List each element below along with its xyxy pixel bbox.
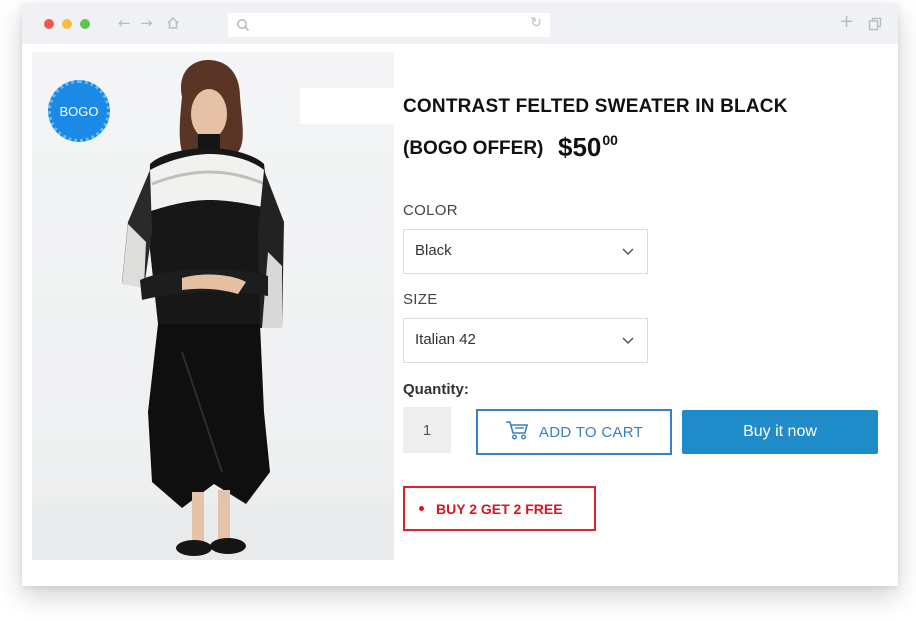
size-select[interactable]: Italian 42 [403, 318, 648, 363]
back-icon[interactable]: ← [118, 13, 131, 33]
add-to-cart-label: ADD TO CART [538, 423, 644, 441]
add-to-cart-button[interactable]: ADD TO CART [476, 409, 672, 455]
cart-icon [505, 420, 529, 444]
chevron-down-icon [621, 244, 635, 262]
product-image: BOGO [32, 52, 394, 560]
chevron-down-icon [621, 333, 635, 351]
offer-box: BUY 2 GET 2 FREE [403, 486, 596, 531]
product-title-line2: (BOGO OFFER) [403, 138, 544, 159]
browser-toolbar: ← → ↻ + [22, 4, 898, 44]
maximize-window-button[interactable] [80, 19, 90, 29]
reload-icon[interactable]: ↻ [530, 15, 542, 31]
browser-window: ← → ↻ + BOGO CONTRAST FELTED SWEATER IN … [22, 4, 898, 586]
price-cents: 00 [602, 132, 618, 148]
size-select-value: Italian 42 [415, 331, 476, 348]
product-title: CONTRAST FELTED SWEATER IN BLACK [403, 96, 788, 117]
product-price: $5000 [558, 132, 618, 163]
minimize-window-button[interactable] [62, 19, 72, 29]
color-select-value: Black [415, 242, 452, 259]
buy-now-button[interactable]: Buy it now [682, 410, 878, 454]
close-window-button[interactable] [44, 19, 54, 29]
address-bar[interactable]: ↻ [228, 13, 550, 37]
quantity-input[interactable]: 1 [403, 407, 451, 453]
tabs-icon[interactable] [868, 16, 882, 35]
color-select[interactable]: Black [403, 229, 648, 274]
color-label: COLOR [403, 202, 458, 219]
new-tab-icon[interactable]: + [839, 12, 854, 32]
offer-text: BUY 2 GET 2 FREE [436, 500, 563, 517]
home-icon[interactable] [166, 13, 180, 35]
bullet-icon [419, 506, 424, 511]
bogo-badge: BOGO [48, 80, 110, 142]
search-icon [236, 17, 250, 36]
forward-icon[interactable]: → [140, 13, 153, 33]
size-label: SIZE [403, 291, 438, 308]
price-amount: $50 [558, 132, 602, 162]
quantity-label: Quantity: [403, 381, 469, 398]
